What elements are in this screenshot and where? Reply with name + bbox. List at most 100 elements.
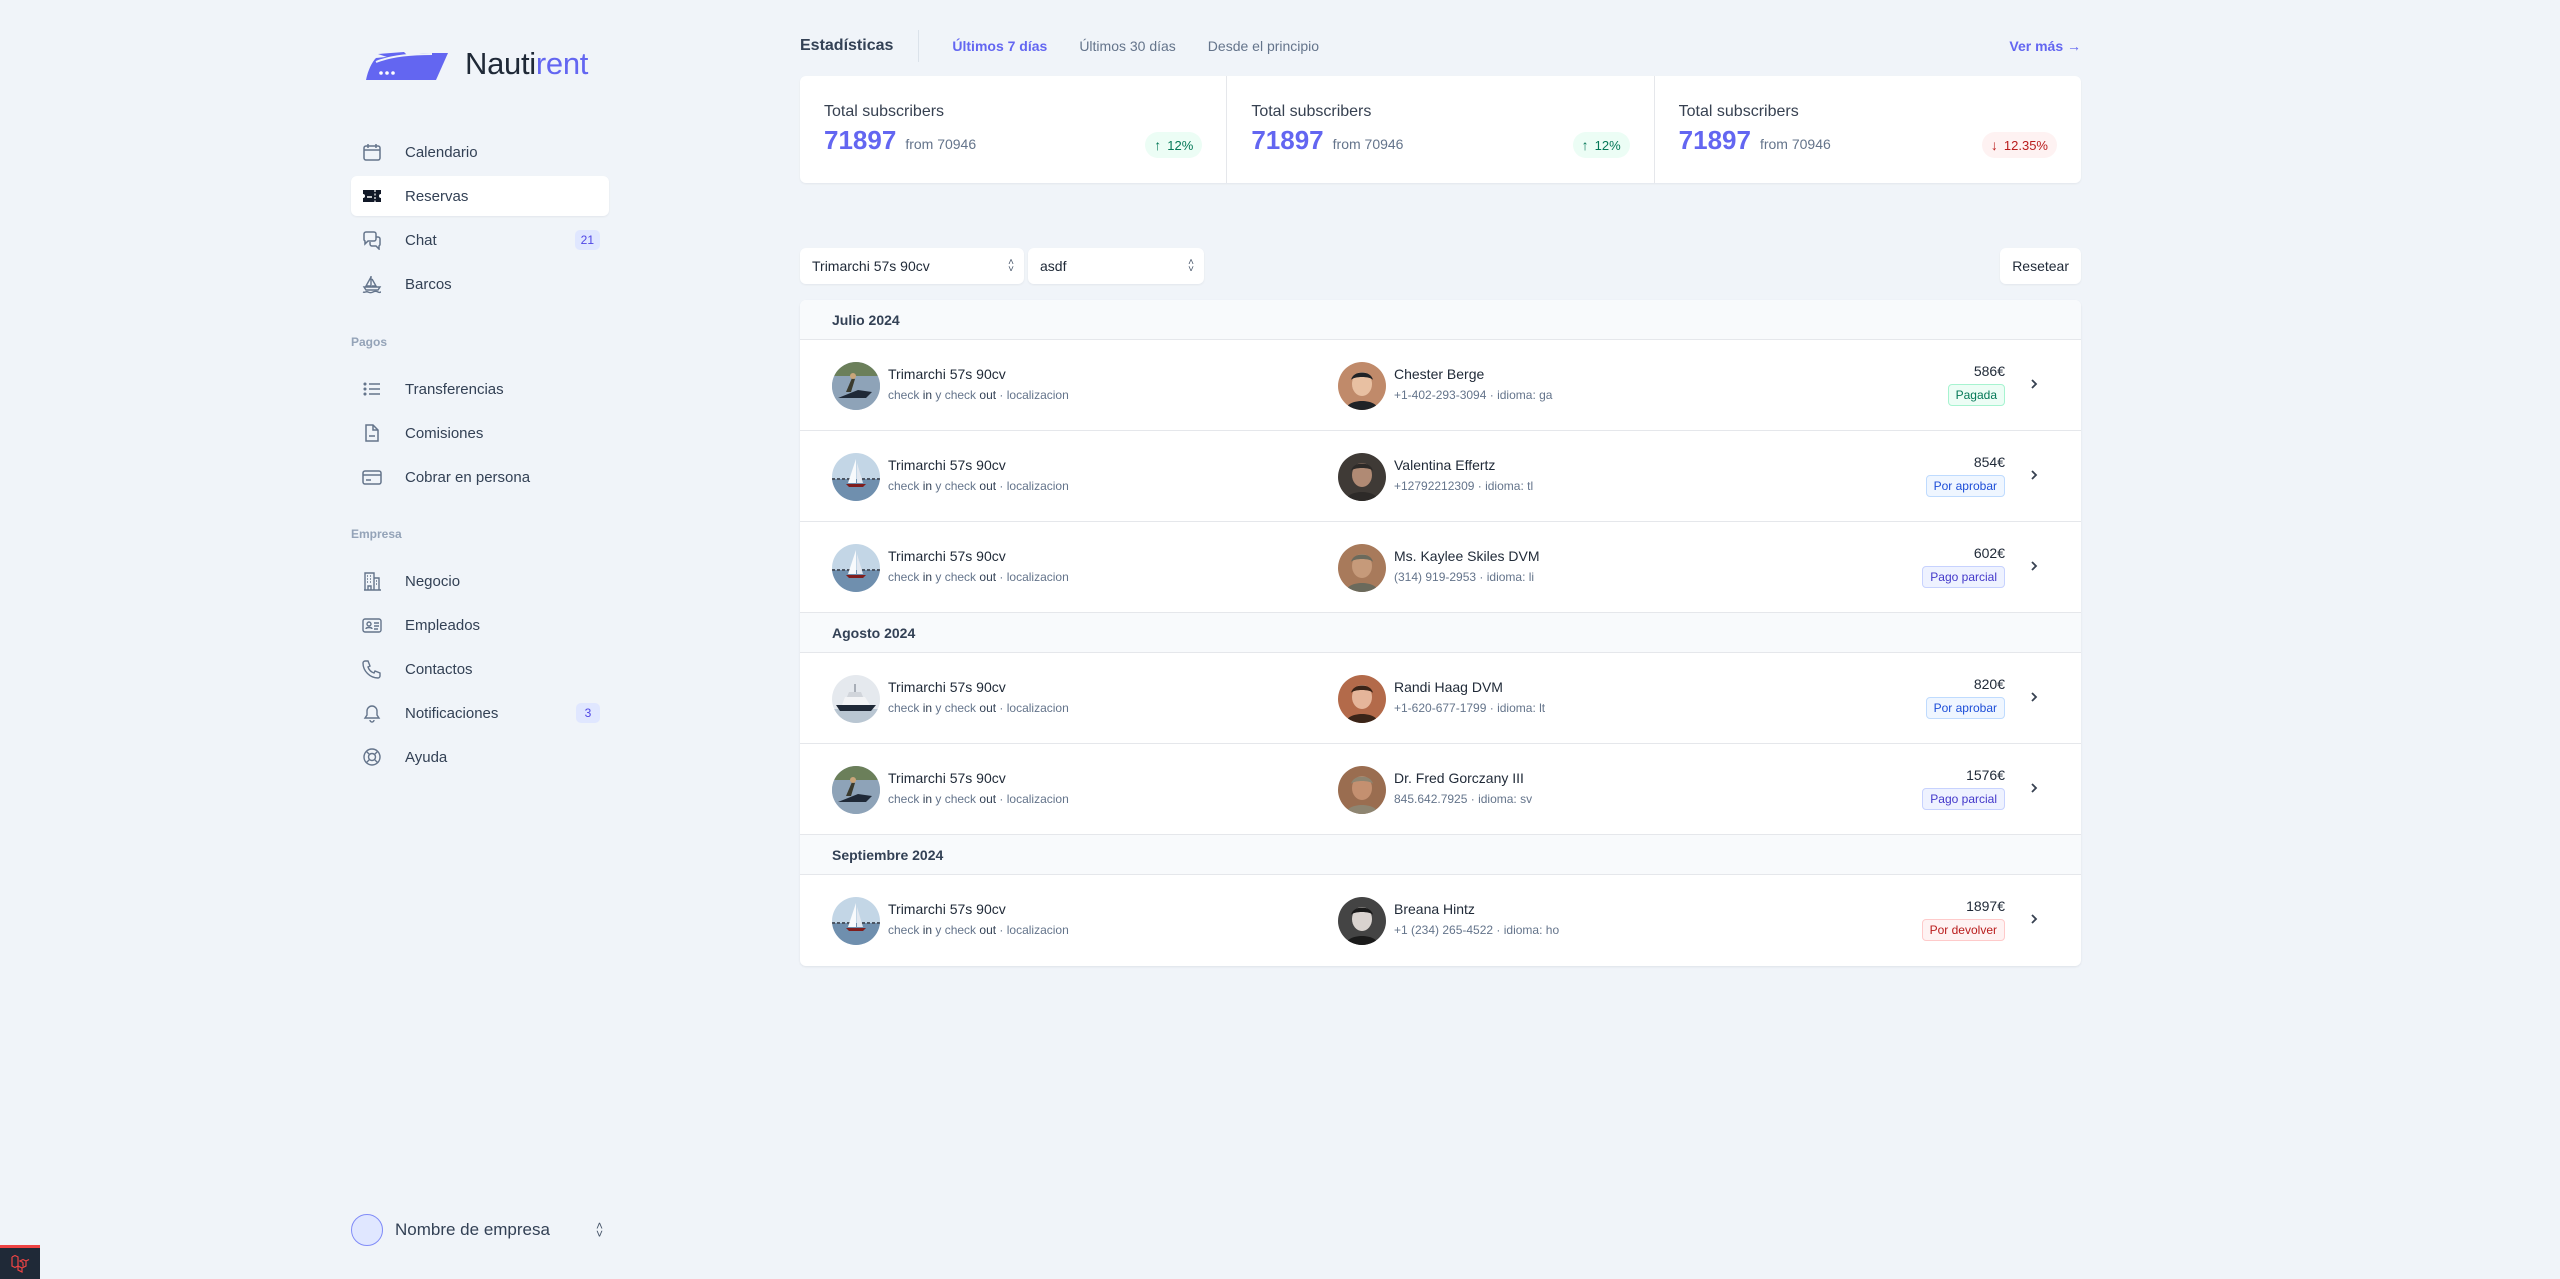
tab-since-beginning[interactable]: Desde el principio [1208, 38, 1319, 54]
client-avatar [1338, 675, 1386, 723]
chevron-up-down-icon: ˄ ˅ [595, 1219, 603, 1241]
booking-dates-location: check in y check out · localizacion [888, 792, 1069, 806]
sidebar-item-ayuda[interactable]: Ayuda [351, 737, 609, 777]
booking-row[interactable]: Trimarchi 57s 90cv check in y check out ·… [800, 431, 2081, 522]
logo[interactable]: Nautirent [364, 44, 588, 84]
sidebar-item-reservas[interactable]: Reservas [351, 176, 609, 216]
sidebar-item-label: Contactos [405, 660, 473, 678]
stat-change-badge: ↓ 12.35% [1981, 132, 2057, 158]
boat-name: Trimarchi 57s 90cv [888, 679, 1006, 695]
client-avatar [1338, 766, 1386, 814]
booking-dates-location: check in y check out · localizacion [888, 388, 1069, 402]
month-group-header: Julio 2024 [800, 300, 2081, 340]
sidebar-item-negocio[interactable]: Negocio [351, 561, 609, 601]
booking-dates-location: check in y check out · localizacion [888, 923, 1069, 937]
stat-change-badge: ↑ 12% [1145, 132, 1203, 158]
sailboat-icon [361, 273, 383, 295]
booking-price: 820€ [1973, 676, 2005, 692]
booking-row[interactable]: Trimarchi 57s 90cv check in y check out ·… [800, 653, 2081, 744]
sidebar-item-label: Reservas [405, 187, 469, 205]
client-contact: (314) 919-2953 · idioma: li [1394, 570, 1535, 584]
sidebar-item-label: Calendario [405, 143, 478, 161]
client-contact: +1-402-293-3094 · idioma: ga [1394, 388, 1553, 402]
booking-row[interactable]: Trimarchi 57s 90cv check in y check out ·… [800, 522, 2081, 613]
chat-count-badge: 21 [574, 230, 600, 250]
sidebar-item-chat[interactable]: Chat 21 [351, 220, 609, 260]
sidebar-item-label: Chat [405, 231, 437, 249]
client-name: Valentina Effertz [1394, 457, 1496, 473]
booking-dates-location: check in y check out · localizacion [888, 479, 1069, 493]
status-badge: Pago parcial [1922, 788, 2005, 810]
arrow-up-icon: ↑ [1581, 137, 1589, 153]
debugbar-toggle[interactable] [0, 1245, 40, 1279]
sidebar-item-label: Barcos [405, 275, 452, 293]
booking-price: 602€ [1973, 545, 2005, 561]
list-icon [361, 378, 383, 400]
company-nav: Empresa Negocio Empleados Contactos Noti… [351, 527, 609, 781]
status-badge: Pago parcial [1922, 566, 2005, 588]
stat-previous: from 70946 [1759, 136, 1831, 152]
client-name: Chester Berge [1394, 366, 1485, 382]
yacht-logo-icon [366, 52, 448, 80]
reset-button[interactable]: Resetear [2000, 248, 2081, 284]
sidebar-item-transferencias[interactable]: Transferencias [351, 369, 609, 409]
status-badge: Por devolver [1921, 919, 2005, 941]
chevron-right-icon [2031, 379, 2038, 389]
bell-icon [361, 702, 383, 724]
boat-name: Trimarchi 57s 90cv [888, 457, 1006, 473]
company-switcher[interactable]: Nombre de empresa ˄ ˅ [351, 1214, 609, 1246]
booking-row[interactable]: Trimarchi 57s 90cv check in y check out ·… [800, 340, 2081, 431]
chevron-right-icon [2031, 783, 2038, 793]
stat-card: Total subscribers 71897 from 70946 ↑ 12% [800, 76, 1226, 183]
sidebar-item-barcos[interactable]: Barcos [351, 264, 609, 304]
filters-bar: Trimarchi 57s 90cv ˄ ˅ asdf ˄ ˅ Resetear [800, 248, 2081, 284]
sidebar-item-contactos[interactable]: Contactos [351, 649, 609, 689]
boat-image [832, 544, 880, 592]
secondary-select[interactable]: asdf ˄ ˅ [1028, 248, 1204, 284]
sidebar-item-label: Cobrar en persona [405, 468, 531, 486]
tab-last-30-days[interactable]: Últimos 30 días [1079, 38, 1175, 54]
sidebar-item-empleados[interactable]: Empleados [351, 605, 609, 645]
document-icon [361, 422, 383, 444]
sidebar-item-label: Empleados [405, 616, 481, 634]
stat-change-badge: ↑ 12% [1572, 132, 1630, 158]
stat-label: Total subscribers [824, 103, 945, 120]
sidebar-item-cobrar-en-persona[interactable]: Cobrar en persona [351, 457, 609, 497]
stat-value: 71897 [824, 125, 897, 155]
booking-dates-location: check in y check out · localizacion [888, 570, 1069, 584]
boat-image [832, 897, 880, 945]
sidebar-item-label: Transferencias [405, 380, 504, 398]
client-avatar [1338, 544, 1386, 592]
booking-row[interactable]: Trimarchi 57s 90cv check in y check out ·… [800, 875, 2081, 966]
calendar-icon [361, 141, 383, 163]
building-icon [361, 570, 383, 592]
client-avatar [1338, 453, 1386, 501]
chevron-right-icon [2031, 561, 2038, 571]
chevron-up-down-icon: ˄ ˅ [1188, 257, 1194, 275]
notifications-count-badge: 3 [576, 703, 600, 723]
sidebar-item-comisiones[interactable]: Comisiones [351, 413, 609, 453]
id-card-icon [361, 614, 383, 636]
stat-label: Total subscribers [1678, 103, 1799, 120]
bookings-list: Julio 2024 Trimarchi 57s 90cv check in y c… [800, 300, 2081, 966]
tab-last-7-days[interactable]: Últimos 7 días [952, 38, 1047, 54]
client-contact: 845.642.7925 · idioma: sv [1394, 792, 1533, 806]
sidebar-item-label: Ayuda [405, 748, 448, 766]
sidebar-item-notificaciones[interactable]: Notificaciones 3 [351, 693, 609, 733]
chevron-right-icon [2031, 914, 2038, 924]
see-more-link[interactable]: Ver más → [2009, 38, 2081, 54]
boat-image [832, 766, 880, 814]
sidebar-item-calendario[interactable]: Calendario [351, 132, 609, 172]
stats-title: Estadísticas [800, 30, 920, 62]
status-badge: Pagada [1947, 384, 2005, 406]
stat-value: 71897 [1251, 125, 1324, 155]
stat-value: 71897 [1678, 125, 1751, 155]
stat-previous: from 70946 [1332, 136, 1404, 152]
client-name: Dr. Fred Gorczany III [1394, 770, 1524, 786]
status-badge: Por aprobar [1925, 475, 2005, 497]
chevron-up-down-icon: ˄ ˅ [1008, 257, 1014, 275]
credit-card-icon [361, 466, 383, 488]
boat-select[interactable]: Trimarchi 57s 90cv ˄ ˅ [800, 248, 1024, 284]
arrow-up-icon: ↑ [1154, 137, 1162, 153]
booking-row[interactable]: Trimarchi 57s 90cv check in y check out ·… [800, 744, 2081, 835]
